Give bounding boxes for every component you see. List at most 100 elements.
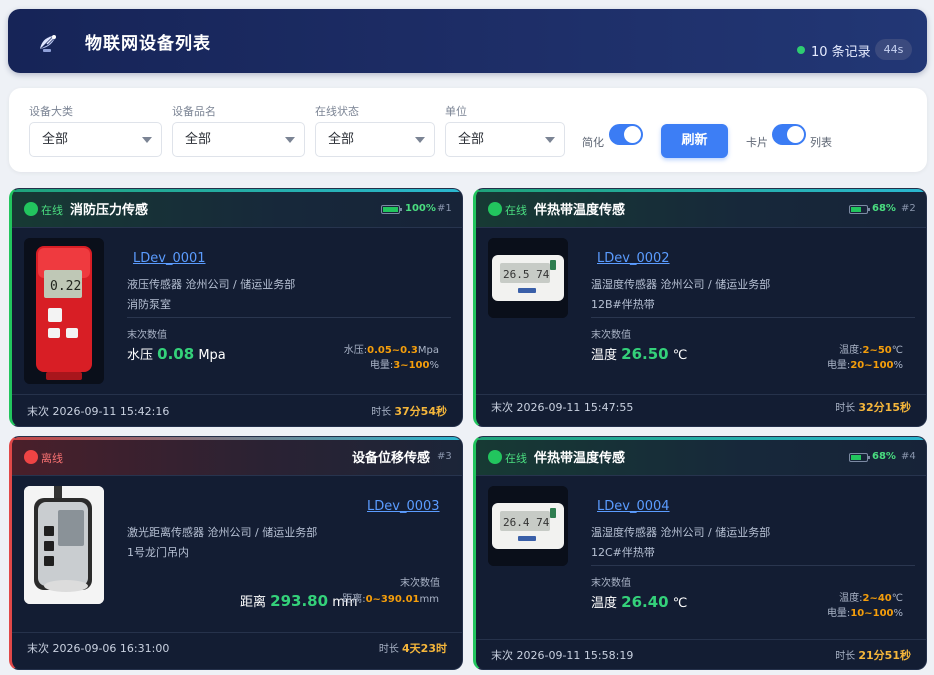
category-filter-label: 设备大类 xyxy=(29,105,73,118)
last-reading: 温度 26.40 ℃ xyxy=(591,592,687,611)
range-unit: % xyxy=(893,608,903,619)
online-status-dot xyxy=(24,202,38,216)
threshold-range: 距离:0~390.01mm xyxy=(342,590,439,605)
online-status-dot xyxy=(488,450,502,464)
chevron-down-icon xyxy=(285,137,295,143)
card-header: 在线 伴热带温度传感 68% #2 xyxy=(476,192,926,228)
status-label: 在线 xyxy=(41,204,63,217)
last-update-time: 末次 2026-09-11 15:42:16 xyxy=(27,403,169,419)
refresh-timer-badge: 44s xyxy=(875,39,912,60)
unit-filter-label: 单位 xyxy=(445,105,467,118)
threshold-range: 温度:2~50℃ xyxy=(839,341,903,356)
device-card[interactable]: 在线 消防压力传感 100% #1 0.22 LDev_0001 液压传感器 沧… xyxy=(9,188,463,427)
card-header: 离线 设备位移传感 #3 xyxy=(12,440,462,476)
reading-unit: ℃ xyxy=(672,596,688,611)
last-update-time: 末次 2026-09-11 15:47:55 xyxy=(491,399,633,415)
range-unit: % xyxy=(893,360,903,371)
device-name: 消防压力传感 xyxy=(70,203,149,218)
threshold-range: 水压:0.05~0.3Mpa xyxy=(344,341,439,356)
duration-value: 37分54秒 xyxy=(394,405,447,418)
card-footer-divider xyxy=(476,394,926,395)
duration-label: 时长 xyxy=(371,407,392,418)
chevron-down-icon xyxy=(415,137,425,143)
reading-label: 温度 xyxy=(591,596,618,611)
pressure-logger-image: 0.22 xyxy=(24,238,104,384)
range-value: 0~390.01 xyxy=(365,594,420,605)
device-id-link[interactable]: LDev_0003 xyxy=(367,499,440,514)
battery-icon xyxy=(849,453,870,462)
device-card[interactable]: 在线 伴热带温度传感 68% #2 26.5 74 LDev_0002 温湿度传… xyxy=(473,188,927,427)
range-unit: mm xyxy=(419,594,439,605)
range-value: 10~100 xyxy=(850,608,894,619)
last-value-label: 末次数值 xyxy=(591,330,631,341)
refresh-button[interactable]: 刷新 xyxy=(661,124,728,158)
last-update-time: 末次 2026-09-11 15:58:19 xyxy=(491,647,633,663)
device-card[interactable]: 离线 设备位移传感 #3 LDev_0003 激光距离传感器 沧州公司 / 储运… xyxy=(9,436,463,670)
reading-unit: ℃ xyxy=(672,348,688,363)
list-view-label: 列表 xyxy=(810,136,832,149)
last-reading: 距离 293.80 mm xyxy=(240,591,358,610)
card-index: #4 xyxy=(901,451,916,462)
simplify-toggle[interactable] xyxy=(609,124,643,145)
chevron-down-icon xyxy=(142,137,152,143)
device-photo: 0.22 xyxy=(24,238,104,384)
battery-range: 电量:20~100% xyxy=(827,356,903,371)
battery-range: 电量:3~100% xyxy=(370,356,439,371)
last-reading: 温度 26.50 ℃ xyxy=(591,344,687,363)
range-label: 温度: xyxy=(839,345,863,356)
device-id-link[interactable]: LDev_0004 xyxy=(597,499,670,514)
thermometer-device-image: 26.5 74 xyxy=(488,238,568,318)
reading-value: 26.50 xyxy=(621,345,669,363)
range-value: 2~40 xyxy=(862,593,892,604)
range-value: 3~100 xyxy=(393,360,430,371)
device-card[interactable]: 在线 伴热带温度传感 68% #4 26.4 74 LDev_0004 温湿度传… xyxy=(473,436,927,670)
range-unit: Mpa xyxy=(417,345,439,356)
range-label: 温度: xyxy=(839,593,863,604)
device-location: 1号龙门吊内 xyxy=(127,546,189,559)
reading-value: 293.80 xyxy=(270,592,329,610)
card-index: #2 xyxy=(901,203,916,214)
last-time-value: 2026-09-11 15:42:16 xyxy=(52,405,170,418)
online-status-select-value: 全部 xyxy=(328,132,355,147)
range-label: 电量: xyxy=(826,608,851,619)
battery-icon xyxy=(381,205,402,214)
device-photo: 26.4 74 xyxy=(488,486,568,566)
elapsed-duration: 时长 32分15秒 xyxy=(835,399,911,415)
device-photo: 26.5 74 xyxy=(488,238,568,318)
card-header: 在线 消防压力传感 100% #1 xyxy=(12,192,462,228)
last-reading: 水压 0.08 Mpa xyxy=(127,344,226,363)
svg-text:26.4 74: 26.4 74 xyxy=(503,516,550,529)
battery-level: 68% xyxy=(872,203,896,214)
product-select[interactable]: 全部 xyxy=(172,122,305,157)
card-index: #1 xyxy=(437,203,452,214)
unit-select[interactable]: 全部 xyxy=(445,122,565,157)
divider xyxy=(591,565,915,566)
battery-range: 电量:10~100% xyxy=(827,604,903,619)
duration-label: 时长 xyxy=(835,651,856,662)
device-id-link[interactable]: LDev_0002 xyxy=(597,251,670,266)
view-mode-toggle[interactable] xyxy=(772,124,806,145)
range-unit: % xyxy=(429,360,439,371)
live-status-dot xyxy=(797,46,805,54)
category-select[interactable]: 全部 xyxy=(29,122,162,157)
duration-label: 时长 xyxy=(835,403,856,414)
card-footer-divider xyxy=(12,394,462,395)
duration-value: 32分15秒 xyxy=(858,401,911,414)
last-value-label: 末次数值 xyxy=(591,578,631,589)
online-status-select[interactable]: 全部 xyxy=(315,122,435,157)
unit-select-value: 全部 xyxy=(458,132,485,147)
device-location: 12C#伴热带 xyxy=(591,546,655,559)
card-footer-divider xyxy=(476,639,926,640)
duration-value: 21分51秒 xyxy=(858,649,911,662)
last-time-value: 2026-09-11 15:58:19 xyxy=(516,649,634,662)
category-select-value: 全部 xyxy=(42,132,69,147)
device-name: 伴热带温度传感 xyxy=(534,203,626,218)
reading-value: 26.40 xyxy=(621,593,669,611)
svg-text:0.22: 0.22 xyxy=(50,279,81,294)
elapsed-duration: 时长 21分51秒 xyxy=(835,647,911,663)
threshold-range: 温度:2~40℃ xyxy=(839,589,903,604)
card-header: 在线 伴热带温度传感 68% #4 xyxy=(476,440,926,476)
device-name: 伴热带温度传感 xyxy=(534,451,626,466)
reading-label: 温度 xyxy=(591,348,618,363)
device-id-link[interactable]: LDev_0001 xyxy=(133,251,206,266)
